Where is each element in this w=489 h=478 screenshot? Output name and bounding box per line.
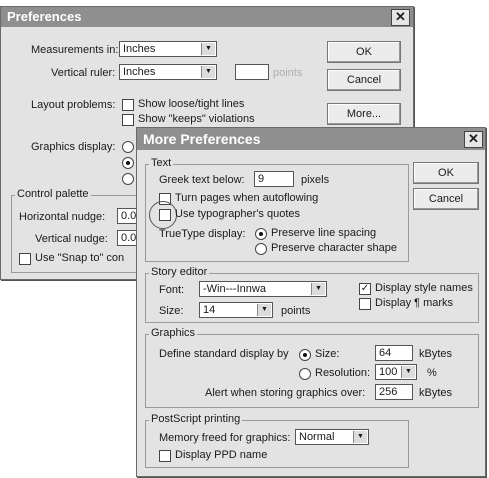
size-select[interactable]: 14 ▼	[199, 302, 273, 318]
size-label: Size:	[159, 305, 184, 317]
graphics-display-radio-3[interactable]	[122, 173, 134, 185]
vertical-ruler-select[interactable]: Inches ▼	[119, 64, 217, 80]
horizontal-nudge-label: Horizontal nudge:	[19, 211, 106, 223]
truetype-display-label: TrueType display:	[159, 228, 246, 240]
resolution-option-label: Resolution:	[315, 367, 371, 379]
measurements-select[interactable]: Inches ▼	[119, 41, 217, 57]
kbytes2-label: kBytes	[419, 387, 453, 399]
memory-select[interactable]: Normal ▼	[295, 429, 369, 445]
greek-text-input[interactable]: 9	[254, 171, 294, 187]
vertical-nudge-label: Vertical nudge:	[35, 233, 108, 245]
preserve-line-label: Preserve line spacing	[271, 227, 377, 239]
alert-label: Alert when storing graphics over:	[205, 387, 366, 399]
postscript-group-label: PostScript printing	[149, 413, 243, 425]
more-preferences-dialog: More Preferences ✕ Text Greek text below…	[136, 127, 486, 477]
show-loose-tight-label: Show loose/tight lines	[138, 98, 245, 110]
measurements-label: Measurements in:	[31, 44, 119, 56]
pixels-label: pixels	[301, 174, 330, 186]
control-palette-label: Control palette	[15, 188, 91, 200]
display-ppd-label: Display PPD name	[175, 449, 268, 461]
preferences-title: Preferences	[1, 7, 413, 27]
size-kb-input[interactable]: 64	[375, 345, 413, 361]
points-label: points	[273, 67, 303, 79]
show-keeps-checkbox[interactable]	[122, 114, 134, 126]
story-editor-label: Story editor	[149, 266, 210, 278]
chevron-down-icon: ▼	[201, 43, 215, 55]
preserve-char-label: Preserve character shape	[271, 242, 397, 254]
graphics-group-label: Graphics	[149, 327, 198, 339]
ok-button[interactable]: OK	[327, 41, 401, 63]
more-button[interactable]: More...	[327, 103, 401, 125]
more-preferences-title: More Preferences	[137, 128, 485, 150]
alert-input[interactable]: 256	[375, 384, 413, 400]
vertical-ruler-label: Vertical ruler:	[51, 67, 116, 79]
font-label: Font:	[159, 284, 185, 296]
memory-freed-label: Memory freed for graphics:	[159, 432, 291, 444]
kbytes-label: kBytes	[419, 348, 453, 360]
chevron-down-icon: ▼	[201, 66, 215, 78]
typographers-quotes-label: Use typographer's quotes	[175, 208, 301, 220]
show-loose-tight-checkbox[interactable]	[122, 99, 134, 111]
font-select[interactable]: -Win---Innwa ▼	[199, 281, 327, 297]
display-marks-label: Display ¶ marks	[375, 297, 454, 309]
text-group-label: Text	[149, 157, 174, 169]
display-style-names-label: Display style names	[375, 282, 473, 294]
show-keeps-label: Show "keeps" violations	[138, 113, 255, 125]
define-standard-label: Define standard display by	[159, 348, 289, 360]
display-marks-checkbox[interactable]	[359, 298, 371, 310]
chevron-down-icon: ▼	[257, 304, 271, 316]
more-ok-button[interactable]: OK	[413, 162, 479, 184]
display-style-names-checkbox[interactable]: ✓	[359, 283, 371, 295]
size-option-label: Size:	[315, 348, 340, 360]
resolution-select[interactable]: 100 ▼	[375, 364, 417, 380]
snap-to-checkbox[interactable]	[19, 253, 31, 265]
display-ppd-checkbox[interactable]	[159, 450, 171, 462]
resolution-radio[interactable]	[299, 368, 311, 380]
close-icon[interactable]: ✕	[464, 131, 483, 148]
layout-problems-label: Layout problems:	[31, 99, 116, 111]
highlight-circle	[149, 201, 177, 229]
points-label: points	[281, 305, 311, 317]
turn-pages-label: Turn pages when autoflowing	[175, 192, 319, 204]
size-radio[interactable]	[299, 349, 311, 361]
cancel-button[interactable]: Cancel	[327, 69, 401, 91]
greek-text-label: Greek text below:	[159, 174, 245, 186]
more-cancel-button[interactable]: Cancel	[413, 188, 479, 210]
preserve-char-radio[interactable]	[255, 243, 267, 255]
graphics-display-radio-1[interactable]	[122, 141, 134, 153]
graphics-display-radio-2[interactable]	[122, 157, 134, 169]
chevron-down-icon: ▼	[353, 431, 367, 443]
graphics-display-label: Graphics display:	[31, 141, 116, 153]
snap-to-label: Use "Snap to" con	[35, 252, 125, 264]
percent-label: %	[427, 367, 437, 379]
preserve-line-radio[interactable]	[255, 228, 267, 240]
close-icon[interactable]: ✕	[391, 9, 410, 26]
chevron-down-icon: ▼	[401, 366, 415, 378]
chevron-down-icon: ▼	[311, 283, 325, 295]
points-input[interactable]	[235, 64, 269, 80]
